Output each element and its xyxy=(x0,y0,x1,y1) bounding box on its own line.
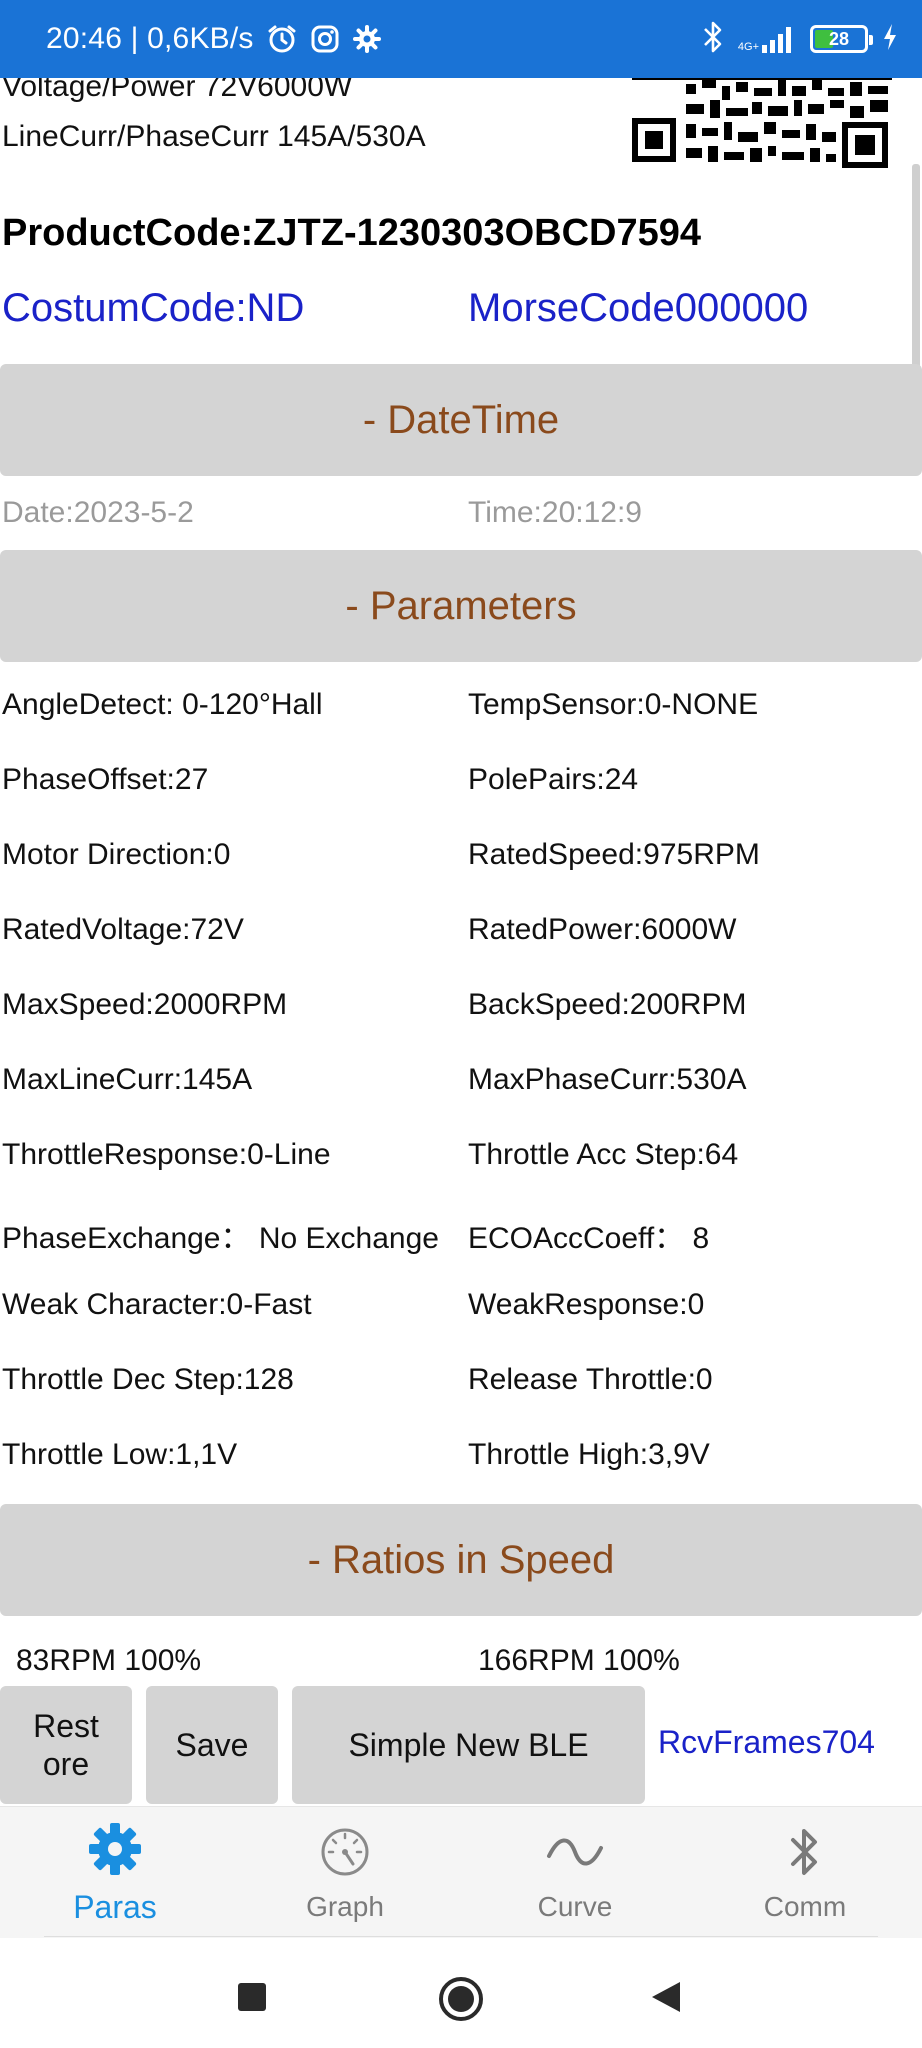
restore-label-line1: Rest xyxy=(33,1708,99,1744)
param-weak-response: WeakResponse:0 xyxy=(468,1288,705,1321)
back-triangle-icon[interactable] xyxy=(650,1980,682,2019)
status-time-speed: 20:46 | 0,6KB/s xyxy=(46,22,254,55)
ratio-speed-1: 83RPM 100% xyxy=(16,1644,202,1677)
gauge-icon xyxy=(317,1824,373,1885)
param-max-line-curr: MaxLineCurr:145A xyxy=(2,1063,253,1096)
bluetooth-icon xyxy=(785,1824,825,1885)
section-datetime-header[interactable]: - DateTime xyxy=(0,364,922,476)
param-rated-voltage: RatedVoltage:72V xyxy=(2,913,244,946)
section-parameters-header[interactable]: - Parameters xyxy=(0,550,922,662)
param-pole-pairs: PolePairs:24 xyxy=(468,763,639,796)
date-value: Date:2023-5-2 xyxy=(2,496,194,529)
wave-curve-icon xyxy=(545,1824,605,1885)
product-code: ProductCode:ZJTZ-1230303OBCD7594 xyxy=(2,212,701,254)
nav-label-graph: Graph xyxy=(306,1890,384,1922)
param-phase-exchange: PhaseExchange： No Exchange xyxy=(2,1222,439,1255)
alarm-clock-icon xyxy=(266,23,298,55)
gear-icon xyxy=(86,1820,144,1883)
rcv-frames-counter: RcvFrames704 xyxy=(658,1724,875,1760)
time-value: Time:20:12:9 xyxy=(468,496,642,529)
instagram-icon xyxy=(310,24,340,54)
param-phase-offset: PhaseOffset:27 xyxy=(2,763,209,796)
param-weak-character: Weak Character:0-Fast xyxy=(2,1288,312,1321)
charging-bolt-icon xyxy=(882,23,898,56)
restore-button[interactable]: Rest ore xyxy=(0,1686,132,1804)
param-throttle-response: ThrottleResponse:0-Line xyxy=(2,1138,331,1171)
section-ratios-header[interactable]: - Ratios in Speed xyxy=(0,1504,922,1616)
param-temp-sensor: TempSensor:0-NONE xyxy=(468,688,759,721)
morse-code: MorseCode000000 xyxy=(468,286,809,330)
nav-tab-graph[interactable]: Graph xyxy=(230,1807,460,1939)
nav-tab-comm[interactable]: Comm xyxy=(690,1807,920,1939)
restore-label-line2: ore xyxy=(42,1746,90,1782)
param-throttle-acc-step: Throttle Acc Step:64 xyxy=(468,1138,739,1171)
system-navigation-bar xyxy=(0,1938,922,2048)
ratio-speed-2: 166RPM 100% xyxy=(478,1644,680,1677)
simple-new-ble-button[interactable]: Simple New BLE xyxy=(292,1686,645,1804)
param-throttle-dec-step: Throttle Dec Step:128 xyxy=(2,1363,294,1396)
network-type-label: 4G+ xyxy=(737,41,759,53)
nav-label-paras: Paras xyxy=(73,1889,157,1925)
nav-tab-paras[interactable]: Paras xyxy=(0,1807,230,1939)
nav-tab-curve[interactable]: Curve xyxy=(460,1807,690,1939)
voltage-power-line: Voltage/Power 72V6000W xyxy=(2,78,353,103)
line-phase-current-line: LineCurr/PhaseCurr 145A/530A xyxy=(2,120,426,153)
nav-label-comm: Comm xyxy=(763,1890,847,1922)
settings-gear-icon xyxy=(352,24,382,54)
bottom-nav-divider xyxy=(44,1936,878,1937)
param-throttle-low: Throttle Low:1,1V xyxy=(2,1438,238,1471)
signal-strength-icon: 4G+ xyxy=(738,25,796,53)
home-circle-icon[interactable] xyxy=(438,1976,484,2027)
param-eco-acc-coeff: ECOAccCoeff： 8 xyxy=(468,1222,710,1255)
status-bar-left: 20:46 | 0,6KB/s xyxy=(46,0,382,78)
qr-code-image xyxy=(632,78,892,172)
save-button[interactable]: Save xyxy=(146,1686,278,1804)
param-motor-direction: Motor Direction:0 xyxy=(2,838,231,871)
param-angle-detect: AngleDetect: 0-120°Hall xyxy=(2,688,323,721)
status-bar: 20:46 | 0,6KB/s 4G+ 28 xyxy=(0,0,922,78)
custom-code: CostumCode:ND xyxy=(2,286,305,330)
param-max-speed: MaxSpeed:2000RPM xyxy=(2,988,288,1021)
param-release-throttle: Release Throttle:0 xyxy=(468,1363,713,1396)
battery-percent: 28 xyxy=(828,28,850,49)
param-rated-speed: RatedSpeed:975RPM xyxy=(468,838,760,871)
status-bar-right: 4G+ 28 xyxy=(702,0,898,78)
bottom-navigation: Paras Graph Curve Comm xyxy=(0,1806,922,1938)
bluetooth-status-icon xyxy=(702,20,724,59)
recents-square-icon[interactable] xyxy=(237,1982,267,2017)
battery-icon: 28 xyxy=(810,25,873,53)
param-rated-power: RatedPower:6000W xyxy=(468,913,737,946)
param-back-speed: BackSpeed:200RPM xyxy=(468,988,747,1021)
scrollbar-thumb[interactable] xyxy=(912,164,920,370)
param-throttle-high: Throttle High:3,9V xyxy=(468,1438,710,1471)
params-content[interactable]: Voltage/Power 72V6000W LineCurr/PhaseCur… xyxy=(0,78,922,1806)
param-max-phase-curr: MaxPhaseCurr:530A xyxy=(468,1063,747,1096)
nav-label-curve: Curve xyxy=(537,1890,613,1922)
